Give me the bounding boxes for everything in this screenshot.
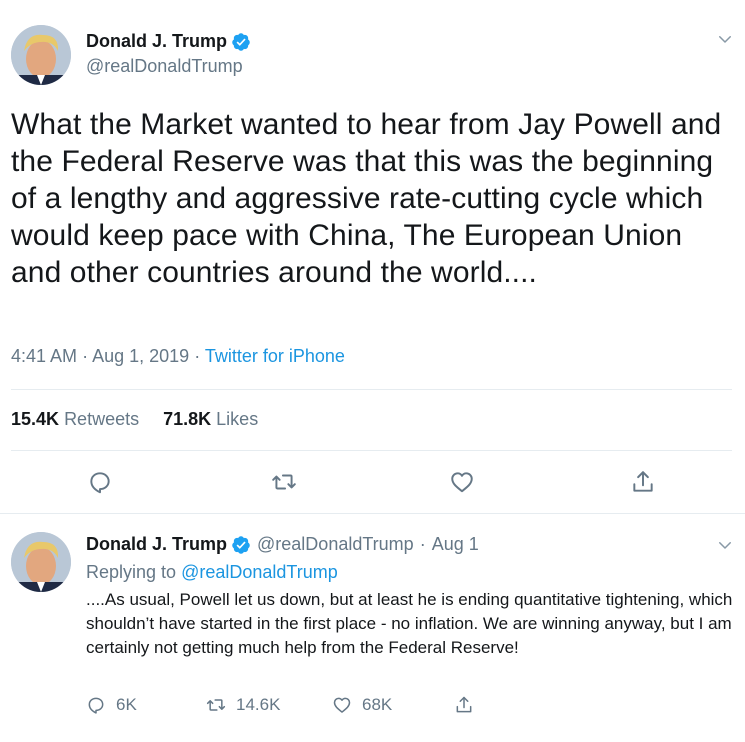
author-handle[interactable]: @realDonaldTrump: [86, 56, 243, 77]
tweet-date[interactable]: Aug 1, 2019: [92, 346, 189, 366]
share-button[interactable]: [454, 695, 484, 715]
tweet-text: What the Market wanted to hear from Jay …: [11, 108, 722, 289]
reply-count: 6K: [116, 695, 137, 714]
meta-separator: ·: [194, 346, 201, 366]
verified-badge-icon: [232, 535, 250, 554]
replying-label: Replying to: [86, 562, 177, 582]
likes-stat[interactable]: 71.8K Likes: [163, 409, 258, 430]
like-icon[interactable]: [449, 469, 475, 495]
divider: [11, 389, 732, 390]
reply-icon[interactable]: [87, 469, 113, 495]
chevron-down-icon[interactable]: [716, 536, 734, 554]
reply-header: Donald J. Trump @realDonaldTrump · Aug 1: [86, 534, 479, 555]
author-name-row: Donald J. Trump: [86, 31, 251, 52]
reply-icon: [88, 697, 104, 714]
share-icon: [456, 696, 472, 713]
like-icon: [333, 697, 351, 713]
author-name[interactable]: Donald J. Trump: [86, 31, 227, 52]
likes-label: Likes: [216, 409, 259, 429]
retweets-label: Retweets: [64, 409, 140, 429]
share-icon[interactable]: [630, 469, 656, 495]
reply-action-bar: 6K 14.6K 68K: [86, 695, 506, 719]
tweet-stats: 15.4K Retweets 71.8K Likes: [11, 409, 282, 430]
chevron-down-icon[interactable]: [716, 30, 734, 48]
retweets-count: 15.4K: [11, 409, 60, 429]
retweet-icon[interactable]: [271, 469, 297, 495]
meta-separator: ·: [419, 534, 426, 554]
tweet-source-link[interactable]: Twitter for iPhone: [205, 346, 345, 366]
verified-badge-icon: [232, 32, 250, 51]
avatar-image: [11, 532, 71, 592]
tweet-date[interactable]: Aug 1: [432, 534, 479, 555]
avatar[interactable]: [11, 25, 71, 85]
author-handle[interactable]: @realDonaldTrump: [257, 534, 414, 555]
tweet-text: ....As usual, Powell let us down, but at…: [86, 590, 733, 657]
author-name[interactable]: Donald J. Trump: [86, 534, 227, 555]
likes-count: 71.8K: [163, 409, 212, 429]
replying-to: Replying to @realDonaldTrump: [86, 562, 338, 583]
like-button[interactable]: 68K: [332, 695, 392, 715]
retweets-stat[interactable]: 15.4K Retweets: [11, 409, 139, 430]
like-count: 68K: [362, 695, 393, 714]
main-tweet: Donald J. Trump @realDonaldTrump What th…: [0, 0, 745, 513]
reply-button[interactable]: 6K: [86, 695, 137, 715]
divider: [0, 513, 745, 514]
divider: [11, 450, 732, 451]
avatar-image: [11, 25, 71, 85]
retweet-icon: [206, 699, 226, 711]
mention-link[interactable]: @realDonaldTrump: [181, 562, 338, 582]
retweet-button[interactable]: 14.6K: [206, 695, 280, 715]
retweet-count: 14.6K: [236, 695, 281, 714]
avatar[interactable]: [11, 532, 71, 592]
tweet-time[interactable]: 4:41 AM: [11, 346, 77, 366]
tweet-timestamp: 4:41 AM · Aug 1, 2019 · Twitter for iPho…: [11, 346, 345, 367]
meta-separator: ·: [82, 346, 89, 366]
